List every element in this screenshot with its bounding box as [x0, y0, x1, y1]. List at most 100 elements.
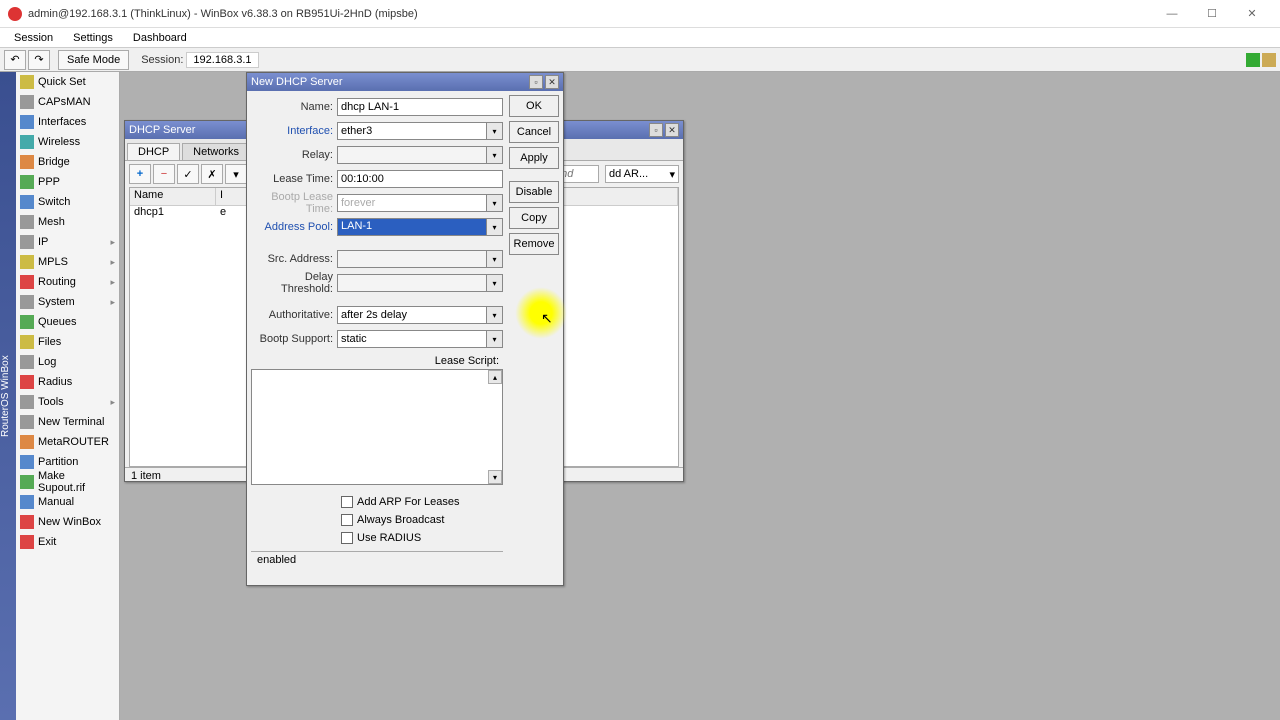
menu-settings[interactable]: Settings: [63, 30, 123, 46]
dhcp-window-min-icon[interactable]: ▫: [649, 123, 663, 137]
sidebar-item-capsman[interactable]: CAPsMAN: [16, 92, 119, 112]
sidebar-icon: [20, 255, 34, 269]
sidebar-item-manual[interactable]: Manual: [16, 492, 119, 512]
copy-button[interactable]: Copy: [509, 207, 559, 229]
sidebar-icon: [20, 95, 34, 109]
sidebar-item-mpls[interactable]: MPLS▸: [16, 252, 119, 272]
sidebar-icon: [20, 175, 34, 189]
tab-dhcp[interactable]: DHCP: [127, 143, 180, 160]
remove-button[interactable]: Remove: [509, 233, 559, 255]
dialog-close-icon[interactable]: ✕: [545, 75, 559, 89]
sidebar-icon: [20, 295, 34, 309]
authoritative-input[interactable]: [337, 306, 487, 324]
delay-threshold-input[interactable]: [337, 274, 487, 292]
bootp-support-label: Bootp Support:: [251, 333, 337, 345]
dialog-min-icon[interactable]: ▫: [529, 75, 543, 89]
remove-button[interactable]: −: [153, 164, 175, 184]
sidebar-item-exit[interactable]: Exit: [16, 532, 119, 552]
address-pool-label[interactable]: Address Pool:: [251, 221, 337, 233]
apply-button[interactable]: Apply: [509, 147, 559, 169]
sidebar-item-system[interactable]: System▸: [16, 292, 119, 312]
chevron-right-icon: ▸: [110, 257, 115, 268]
maximize-button[interactable]: ☐: [1192, 2, 1232, 26]
minimize-button[interactable]: —: [1152, 2, 1192, 26]
relay-input[interactable]: [337, 146, 487, 164]
ok-button[interactable]: OK: [509, 95, 559, 117]
disable-button[interactable]: ✗: [201, 164, 223, 184]
sidebar-item-label: IP: [38, 236, 48, 248]
sidebar-item-interfaces[interactable]: Interfaces: [16, 112, 119, 132]
sidebar-item-switch[interactable]: Switch: [16, 192, 119, 212]
interface-dropdown-icon[interactable]: ▾: [487, 122, 503, 140]
src-address-input[interactable]: [337, 250, 487, 268]
lease-time-input[interactable]: [337, 170, 503, 188]
dialog-header[interactable]: New DHCP Server ▫ ✕: [247, 73, 563, 91]
address-pool-input[interactable]: LAN-1: [337, 218, 487, 236]
sidebar-item-log[interactable]: Log: [16, 352, 119, 372]
checkbox-icon[interactable]: [341, 532, 353, 544]
sidebar-item-queues[interactable]: Queues: [16, 312, 119, 332]
scroll-up-icon[interactable]: ▴: [488, 370, 502, 384]
sidebar-icon: [20, 195, 34, 209]
bootp-support-input[interactable]: [337, 330, 487, 348]
sidebar-item-label: New Terminal: [38, 416, 104, 428]
use-radius-checkbox-row[interactable]: Use RADIUS: [341, 529, 503, 547]
cancel-button[interactable]: Cancel: [509, 121, 559, 143]
sidebar-item-metarouter[interactable]: MetaROUTER: [16, 432, 119, 452]
sidebar-item-new-winbox[interactable]: New WinBox: [16, 512, 119, 532]
interface-input[interactable]: [337, 122, 487, 140]
bootp-lease-dropdown-icon[interactable]: ▾: [487, 194, 503, 212]
undo-button[interactable]: ↶: [4, 50, 26, 70]
disable-button[interactable]: Disable: [509, 181, 559, 203]
sidebar-icon: [20, 435, 34, 449]
sidebar-icon: [20, 75, 34, 89]
lease-script-textarea[interactable]: ▴ ▾: [251, 369, 503, 485]
checkbox-icon[interactable]: [341, 514, 353, 526]
filter-button[interactable]: ▾: [225, 164, 247, 184]
sidebar-item-label: MetaROUTER: [38, 436, 109, 448]
sidebar-item-mesh[interactable]: Mesh: [16, 212, 119, 232]
bootp-lease-input[interactable]: [337, 194, 487, 212]
chevron-down-icon: ▾: [669, 168, 675, 181]
dhcp-window-close-icon[interactable]: ✕: [665, 123, 679, 137]
interface-label[interactable]: Interface:: [251, 125, 337, 137]
sidebar-item-routing[interactable]: Routing▸: [16, 272, 119, 292]
sidebar-item-make-supout-rif[interactable]: Make Supout.rif: [16, 472, 119, 492]
checkbox-icon[interactable]: [341, 496, 353, 508]
address-pool-dropdown-icon[interactable]: ▾: [487, 218, 503, 236]
sidebar-item-files[interactable]: Files: [16, 332, 119, 352]
relay-dropdown-icon[interactable]: ▾: [487, 146, 503, 164]
menu-session[interactable]: Session: [4, 30, 63, 46]
sidebar-item-ppp[interactable]: PPP: [16, 172, 119, 192]
name-input[interactable]: [337, 98, 503, 116]
sidebar-item-tools[interactable]: Tools▸: [16, 392, 119, 412]
add-button[interactable]: +: [129, 164, 151, 184]
sidebar-item-ip[interactable]: IP▸: [16, 232, 119, 252]
sidebar-item-bridge[interactable]: Bridge: [16, 152, 119, 172]
authoritative-dropdown-icon[interactable]: ▾: [487, 306, 503, 324]
src-dropdown-icon[interactable]: ▾: [487, 250, 503, 268]
sidebar-item-label: CAPsMAN: [38, 96, 91, 108]
sidebar-item-new-terminal[interactable]: New Terminal: [16, 412, 119, 432]
add-arp-checkbox-row[interactable]: Add ARP For Leases: [341, 493, 503, 511]
arp-combo[interactable]: dd AR... ▾: [605, 165, 679, 183]
lease-script-label: Lease Script:: [251, 355, 503, 367]
tab-networks[interactable]: Networks: [182, 143, 250, 160]
col-name[interactable]: Name: [130, 188, 216, 205]
redo-button[interactable]: ↷: [28, 50, 50, 70]
sidebar-item-wireless[interactable]: Wireless: [16, 132, 119, 152]
scroll-down-icon[interactable]: ▾: [488, 470, 502, 484]
sidebar-item-partition[interactable]: Partition: [16, 452, 119, 472]
authoritative-label: Authoritative:: [251, 309, 337, 321]
enable-button[interactable]: ✓: [177, 164, 199, 184]
close-button[interactable]: ✕: [1232, 2, 1272, 26]
sidebar-item-quick-set[interactable]: Quick Set: [16, 72, 119, 92]
dialog-status: enabled: [251, 551, 503, 568]
safemode-button[interactable]: Safe Mode: [58, 50, 129, 70]
bootp-support-dropdown-icon[interactable]: ▾: [487, 330, 503, 348]
menu-dashboard[interactable]: Dashboard: [123, 30, 197, 46]
bootp-lease-label: Bootp Lease Time:: [251, 191, 337, 215]
sidebar-item-radius[interactable]: Radius: [16, 372, 119, 392]
always-broadcast-checkbox-row[interactable]: Always Broadcast: [341, 511, 503, 529]
delay-dropdown-icon[interactable]: ▾: [487, 274, 503, 292]
